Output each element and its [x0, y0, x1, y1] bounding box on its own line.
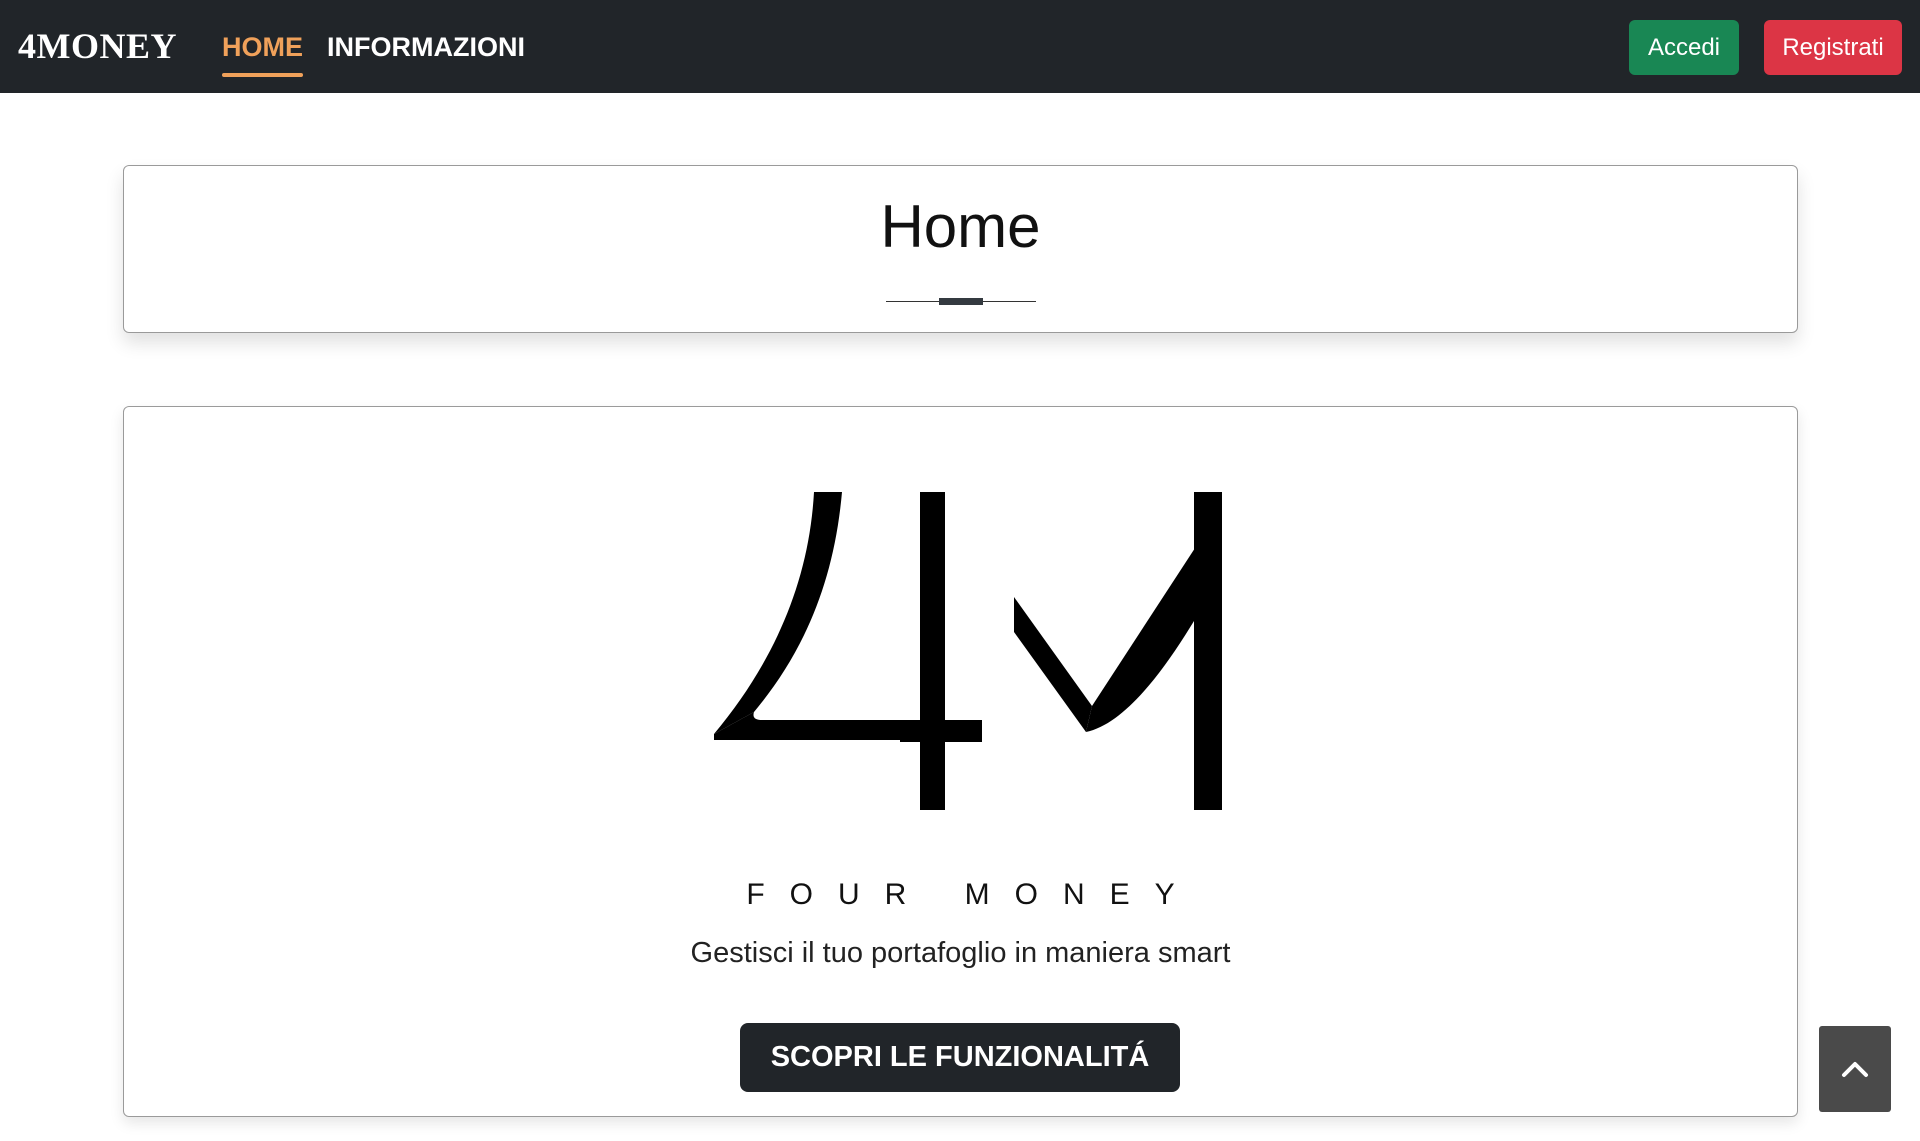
login-button[interactable]: Accedi: [1629, 20, 1739, 75]
hero-subtitle: Gestisci il tuo portafoglio in maniera s…: [690, 937, 1231, 969]
nav-link-informazioni-label: INFORMAZIONI: [327, 32, 525, 62]
brand-logo[interactable]: 4MONEY: [18, 25, 177, 67]
nav-link-home-label: HOME: [222, 32, 303, 62]
top-navbar: 4MONEY HOME INFORMAZIONI Accedi Registra…: [0, 0, 1920, 93]
nav-link-home[interactable]: HOME: [222, 31, 303, 77]
active-nav-underline: [222, 73, 303, 77]
register-button[interactable]: Registrati: [1764, 20, 1902, 75]
discover-features-button[interactable]: SCOPRI LE FUNZIONALITÁ: [740, 1023, 1180, 1092]
page-title: Home: [880, 193, 1041, 260]
hero-card: FOUR MONEY Gestisci il tuo portafoglio i…: [123, 406, 1798, 1117]
logo-letter-m: [1014, 492, 1222, 810]
four-money-logo: [714, 492, 1222, 810]
brand-tagline: FOUR MONEY: [746, 878, 1200, 911]
page-title-card: Home: [123, 165, 1798, 333]
title-divider: [886, 298, 1036, 306]
back-to-top-button[interactable]: [1819, 1026, 1891, 1112]
logo-digit-four: [714, 492, 982, 810]
nav-link-informazioni[interactable]: INFORMAZIONI: [327, 31, 525, 63]
chevron-up-icon: [1842, 1062, 1868, 1077]
divider-bar: [939, 298, 983, 305]
